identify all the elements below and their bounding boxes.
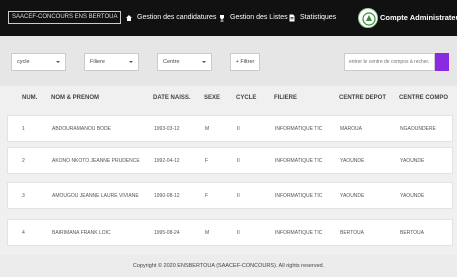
cell-sexe: M — [205, 230, 210, 236]
cell-nom: ABDOURAMANOU BODE — [52, 126, 111, 132]
table-row[interactable]: 2 AKONO NKOTO JEANNE PRUDENCE 1992-04-12… — [7, 147, 453, 174]
search-button[interactable] — [435, 53, 449, 71]
cell-date: 1995-08-24 — [154, 230, 180, 236]
copyright-text: Copyright © 2020 ENSBERTOUA (SAACEF-CONC… — [132, 263, 325, 269]
cell-num: 2 — [22, 158, 25, 164]
cell-num: 3 — [22, 193, 25, 199]
table-row[interactable]: 1 ABDOURAMANOU BODE 1993-03-12 M II INFO… — [7, 115, 453, 142]
cell-filiere: INFORMATIQUE TIC — [275, 230, 323, 236]
cell-date: 1990-08-12 — [154, 193, 180, 199]
column-header-nom: NOM & PRENOM — [51, 95, 99, 101]
cell-centre-compo: YAOUNDE — [400, 193, 425, 199]
avatar[interactable] — [358, 8, 378, 28]
cycle-select[interactable]: cycle — [11, 53, 66, 71]
column-header-num: NUM. — [22, 95, 38, 101]
cell-filiere: INFORMATIQUE TIC — [275, 193, 323, 199]
footer: Copyright © 2020 ENSBERTOUA (SAACEF-CONC… — [0, 255, 457, 277]
avatar-logo-icon — [360, 10, 377, 27]
caret-down-icon — [202, 61, 206, 63]
centre-select[interactable]: Centre — [157, 53, 212, 71]
column-header-filiere: FILIERE — [274, 95, 298, 101]
cell-centre-depot: YAOUNDE — [340, 158, 365, 164]
table-row[interactable]: 3 AMOUGOU JEANNE LAURE VIVIANE 1990-08-1… — [7, 182, 453, 209]
account-label: Compte Administrateur — [380, 13, 457, 22]
cell-date: 1992-04-12 — [154, 158, 180, 164]
caret-down-icon — [56, 61, 60, 63]
table-row[interactable]: 4 BAIRIMANA FRANK LOIC 1995-08-24 M II I… — [7, 219, 453, 246]
cell-cycle: II — [237, 158, 240, 164]
cell-num: 1 — [22, 126, 25, 132]
top-navbar: SAACEF-CONCOURS ENS BERTOUA Gestion des … — [0, 0, 457, 36]
cell-nom: BAIRIMANA FRANK LOIC — [52, 230, 111, 236]
nav-gestion-candidatures-label: Gestion des candidatures — [137, 14, 217, 21]
cell-filiere: INFORMATIQUE TIC — [275, 158, 323, 164]
centre-select-value: Centre — [163, 59, 180, 65]
cell-cycle: II — [237, 230, 240, 236]
filter-button[interactable]: + Filtrer — [230, 53, 260, 71]
cell-centre-compo: NGAOUNDERE — [400, 126, 436, 132]
column-header-centre-depot: CENTRE DEPOT — [339, 95, 387, 101]
document-icon — [289, 14, 295, 22]
cell-sexe: F — [205, 193, 209, 199]
cell-filiere: INFORMATIQUE TIC — [275, 126, 323, 132]
cell-nom: AMOUGOU JEANNE LAURE VIVIANE — [52, 193, 139, 199]
column-header-cycle: CYCLE — [236, 95, 257, 101]
cell-centre-depot: MAROUA — [340, 126, 362, 132]
nav-statistiques-label: Statistiques — [300, 14, 337, 21]
cycle-select-value: cycle — [17, 59, 30, 65]
cell-nom: AKONO NKOTO JEANNE PRUDENCE — [52, 158, 140, 164]
cell-centre-depot: BERTOUA — [340, 230, 364, 236]
trophy-icon — [220, 15, 224, 22]
cell-num: 4 — [22, 230, 25, 236]
column-header-sexe: SEXE — [204, 95, 221, 101]
account-menu[interactable]: Compte Administrateur — [380, 13, 457, 23]
nav-gestion-listes-label: Gestion des Listes — [230, 14, 288, 21]
column-header-date: DATE NAISS. — [153, 95, 191, 101]
cell-sexe: F — [205, 158, 209, 164]
caret-down-icon — [129, 61, 133, 63]
filiere-select[interactable]: Filiere — [84, 53, 139, 71]
cell-cycle: II — [237, 193, 240, 199]
brand-logo[interactable]: SAACEF-CONCOURS ENS BERTOUA — [8, 11, 122, 24]
cell-centre-compo: YAOUNDE — [400, 158, 425, 164]
column-header-centre-compo: CENTRE COMPO — [399, 95, 449, 101]
cell-sexe: M — [205, 126, 210, 132]
cell-centre-depot: YAOUNDE — [340, 193, 365, 199]
home-icon — [126, 15, 132, 21]
search-input[interactable] — [344, 53, 435, 71]
cell-centre-compo: BERTOUA — [400, 230, 424, 236]
filiere-select-value: Filiere — [90, 59, 105, 65]
cell-cycle: II — [237, 126, 240, 132]
cell-date: 1993-03-12 — [154, 126, 180, 132]
